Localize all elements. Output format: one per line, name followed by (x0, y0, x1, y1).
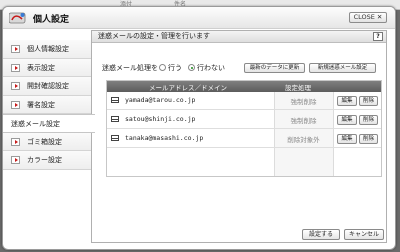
radio-enable-label: 行う (168, 64, 182, 72)
table-row: satou@shinji.co.jp 強制削除 編集 削除 (107, 111, 381, 129)
close-button[interactable]: CLOSE ✕ (349, 12, 387, 23)
spam-filter-label: 迷惑メール処理を (102, 64, 158, 72)
sidebar-item-label: 署名設定 (27, 100, 55, 109)
edit-button[interactable]: 編集 (337, 96, 357, 106)
spam-settings-panel: 迷惑メールの設定・管理を行います ? 迷惑メール処理を 行う 行わない 最新のデ… (91, 30, 387, 243)
radio-disable[interactable] (188, 64, 195, 71)
title-bar: 個人設定 CLOSE ✕ (3, 7, 395, 29)
envelope-icon (111, 97, 119, 103)
sidebar-item-trash[interactable]: ゴミ箱設定 (3, 132, 91, 151)
column-header-action: 設定処理 (285, 84, 311, 92)
sidebar-item-color[interactable]: カラー設定 (3, 151, 91, 170)
table-row: yamada@tarou.co.jp 強制削除 編集 削除 (107, 92, 381, 110)
sidebar-item-label: 開封確認設定 (27, 82, 69, 90)
help-button[interactable]: ? (373, 32, 383, 41)
edit-button[interactable]: 編集 (337, 115, 357, 125)
column-header-address: メールアドレス／ドメイン (149, 84, 227, 92)
row-status: 強制削除 (290, 98, 317, 106)
arrow-icon (11, 63, 20, 72)
sidebar-item-display[interactable]: 表示設定 (3, 58, 91, 77)
person-settings-icon (9, 12, 26, 24)
table-row: tanaka@masashi.co.jp 削除対象外 編集 削除 (107, 130, 381, 148)
delete-button[interactable]: 削除 (359, 96, 378, 106)
sidebar-item-label: カラー設定 (27, 156, 62, 164)
sidebar-item-label: 表示設定 (27, 63, 55, 72)
sidebar-item-signature[interactable]: 署名設定 (3, 95, 91, 114)
sidebar-item-label: 個人情報設定 (27, 45, 69, 53)
refresh-data-button[interactable]: 最新のデータに更新 (244, 63, 305, 73)
sidebar-item-profile[interactable]: 個人情報設定 (3, 40, 91, 59)
row-status: 強制削除 (290, 117, 317, 125)
arrow-icon (11, 156, 20, 164)
spam-rules-table: メールアドレス／ドメイン 設定処理 yamada@tarou.co.jp 強制削… (106, 80, 382, 177)
arrow-icon (11, 45, 20, 53)
sidebar-item-label: 迷惑メール設定 (11, 120, 60, 128)
row-address: tanaka@masashi.co.jp (125, 134, 204, 142)
save-button[interactable]: 設定する (302, 229, 340, 240)
sidebar-item-label: ゴミ箱設定 (27, 137, 62, 146)
envelope-icon (111, 116, 119, 122)
envelope-icon (111, 135, 119, 141)
sidebar-item-spam[interactable]: 迷惑メール設定 (3, 114, 95, 133)
settings-sidebar: 個人情報設定 表示設定 開封確認設定 署名設定 迷惑メール設定 ゴミ箱設定 カラ… (3, 40, 95, 180)
arrow-icon (11, 137, 20, 146)
sidebar-item-read-receipt[interactable]: 開封確認設定 (3, 77, 91, 96)
panel-title: 迷惑メールの設定・管理を行います (98, 32, 210, 40)
cancel-button[interactable]: キャンセル (344, 229, 384, 240)
arrow-icon (11, 100, 20, 109)
row-status: 削除対象外 (287, 136, 320, 144)
table-header: メールアドレス／ドメイン 設定処理 (107, 81, 381, 92)
spam-filter-row: 迷惑メール処理を 行う 行わない 最新のデータに更新 新規迷惑メール設定 (102, 62, 382, 74)
arrow-icon (11, 82, 20, 90)
row-address: yamada@tarou.co.jp (125, 96, 196, 104)
radio-enable[interactable] (159, 64, 166, 71)
delete-button[interactable]: 削除 (359, 115, 378, 125)
delete-button[interactable]: 削除 (359, 134, 378, 144)
panel-header: 迷惑メールの設定・管理を行います ? (92, 31, 386, 43)
add-spam-rule-button[interactable]: 新規迷惑メール設定 (309, 63, 376, 73)
radio-disable-label: 行わない (197, 64, 225, 72)
edit-button[interactable]: 編集 (337, 134, 357, 144)
settings-window: 個人設定 CLOSE ✕ 個人情報設定 表示設定 開封確認設定 署名設定 迷惑メ… (2, 6, 396, 250)
window-title: 個人設定 (33, 15, 70, 25)
row-address: satou@shinji.co.jp (125, 115, 196, 123)
